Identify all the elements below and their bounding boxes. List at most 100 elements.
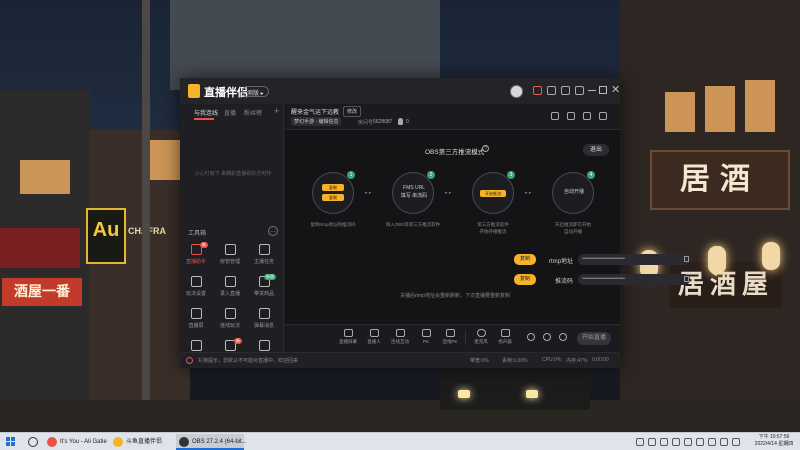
status-message: 礼物提示，您默认不可能对直播中，欢迎回来: [198, 358, 299, 364]
add-tab-icon[interactable]: +: [274, 106, 279, 116]
taskbar-clock[interactable]: 下午 10:57:56 2022/4/14 星期四: [752, 434, 796, 448]
izakaya-sign: 居酒: [650, 150, 790, 210]
tab-connect[interactable]: 与我连线: [194, 108, 218, 117]
bell-icon[interactable]: [583, 112, 591, 120]
rtmp-address-field[interactable]: ••••••••••••••••••••••••••••••••••: [578, 254, 690, 265]
minimize-button[interactable]: [588, 90, 596, 91]
room-title[interactable]: 醒来金气运下远教: [291, 107, 339, 116]
copy-rtmp-button[interactable]: 复制: [514, 254, 536, 265]
taskbar-item-music[interactable]: It's You - Ali Gatie: [44, 434, 108, 450]
shop-sign: 酒屋一番: [2, 278, 82, 306]
clock-time: 下午 10:57:56: [758, 434, 790, 440]
start-live-button[interactable]: 开始直播: [577, 332, 611, 345]
copy-key-button[interactable]: 复制: [514, 274, 536, 285]
user-avatar[interactable]: [510, 85, 523, 98]
tool-label: 玩法设置: [185, 291, 206, 297]
tray-app-icon[interactable]: [684, 438, 692, 446]
live-person-button[interactable]: 直播人: [361, 329, 387, 345]
person-icon: [369, 329, 379, 337]
close-button[interactable]: ✕: [611, 83, 620, 96]
more-icon[interactable]: …: [268, 226, 278, 236]
copy-icon[interactable]: [684, 276, 689, 282]
step-fill: 2 FMS URL 填写 串流码: [392, 171, 435, 214]
tool-play-settings[interactable]: 玩法设置: [182, 276, 210, 306]
tool-connect-play[interactable]: 连线玩法: [216, 308, 244, 338]
arrow-icon: ▸ ▸: [525, 190, 532, 196]
lock-icon[interactable]: [551, 112, 559, 120]
step-number: 4: [587, 171, 595, 179]
connect-pk-button[interactable]: 连线PK: [437, 329, 463, 345]
notice-icon: [186, 357, 193, 364]
tool-label: 录入直播: [219, 291, 240, 297]
interact-button[interactable]: 连线互动: [387, 329, 413, 345]
tool-room-admin[interactable]: 房管管理: [216, 244, 244, 274]
help-icon[interactable]: ?: [482, 145, 489, 152]
step-description: 填入OBS等第三方推流软件: [385, 222, 441, 227]
microphone-button[interactable]: 麦克风: [468, 329, 494, 345]
screen-icon: [343, 329, 353, 337]
edit-title-tag[interactable]: 修改: [343, 106, 362, 117]
taskbar-item-obs[interactable]: OBS 27.2.4 (64-bit...: [176, 434, 247, 450]
eye-icon[interactable]: [543, 333, 551, 341]
version-badge[interactable]: 测版 ▸: [242, 86, 269, 97]
tray-app-icon[interactable]: [660, 438, 668, 446]
bottom-label: PK: [422, 339, 429, 344]
taskbar-item-live-companion[interactable]: 斗鱼直播伴侣: [110, 434, 174, 450]
bottom-label: 连线PK: [442, 339, 458, 344]
menu-icon[interactable]: [575, 86, 584, 95]
search-icon[interactable]: [28, 437, 38, 447]
tool-label: 带货商品: [253, 291, 274, 297]
pk-button[interactable]: PK: [413, 329, 439, 344]
arrow-icon: ▸ ▸: [445, 190, 452, 196]
step-description: 开启推流即可开始 自动开播: [555, 222, 591, 234]
windows-start-icon[interactable]: [6, 437, 16, 447]
paper-lantern: [762, 242, 780, 270]
tool-goods[interactable]: 新版 带货商品: [250, 274, 278, 306]
street: [0, 400, 800, 432]
maximize-button[interactable]: [599, 86, 607, 94]
task-label: 斗鱼直播伴侣: [126, 439, 163, 445]
screen-share-button[interactable]: 直播屏幕: [335, 329, 361, 345]
tool-label: 直播屏: [188, 323, 204, 329]
step-text: 自动开播: [563, 189, 584, 195]
volume-icon[interactable]: [720, 438, 728, 446]
ime-icon[interactable]: [732, 438, 740, 446]
screen-icon: [190, 308, 202, 319]
gift-icon[interactable]: [547, 86, 556, 95]
tray-app-icon[interactable]: [672, 438, 680, 446]
room-id-label: 房间号: [358, 120, 374, 126]
tool-live-assistant[interactable]: 新 直播助手: [182, 242, 210, 274]
status-bar: 礼物提示，您默认不可能对直播中，欢迎回来 带宽:0% 丢帧:0.00% CPU:…: [180, 352, 620, 368]
tool-tasks[interactable]: 主播任务: [250, 244, 278, 274]
tab-fans[interactable]: 粉丝榜: [244, 108, 262, 117]
app-logo-icon: [188, 84, 200, 98]
divider: [465, 331, 466, 345]
task-label: OBS 27.2.4 (64-bit...: [192, 439, 247, 445]
admin-icon: [224, 244, 236, 255]
exit-obs-mode-button[interactable]: 退出: [583, 144, 609, 156]
tool-live-screen[interactable]: 直播屏: [182, 308, 210, 338]
arrow-icon: ▸ ▸: [365, 190, 372, 196]
copy-icon[interactable]: [684, 256, 689, 262]
status-duration: 0:00:00: [592, 357, 609, 363]
network-icon[interactable]: [708, 438, 716, 446]
tasks-icon: [258, 244, 270, 255]
tab-live[interactable]: 直播: [224, 108, 236, 117]
stream-key-field[interactable]: ••••••••••••••••••••••••••••••••••: [578, 274, 690, 285]
gift-box-icon[interactable]: [567, 112, 575, 120]
tool-danmaku[interactable]: 弹幕消息: [250, 308, 278, 338]
tool-record[interactable]: 录入直播: [216, 276, 244, 306]
preview-icon[interactable]: [527, 333, 535, 341]
speaker-button[interactable]: 扬声器: [492, 329, 518, 345]
tray-app-icon[interactable]: [648, 438, 656, 446]
title-bar: 直播伴侣 测版 ▸ ✕: [180, 78, 620, 104]
room-category[interactable]: 梦幻手游 · 编辑信息: [291, 117, 342, 126]
share-icon[interactable]: [599, 112, 607, 120]
settings-icon[interactable]: [561, 86, 570, 95]
gear-icon[interactable]: [559, 333, 567, 341]
tray-chevron-icon[interactable]: [636, 438, 644, 446]
tray-app-icon[interactable]: [696, 438, 704, 446]
microphone-icon: [476, 329, 486, 337]
rtmp-label: rtmp地址: [548, 259, 573, 265]
message-icon[interactable]: [533, 86, 542, 95]
